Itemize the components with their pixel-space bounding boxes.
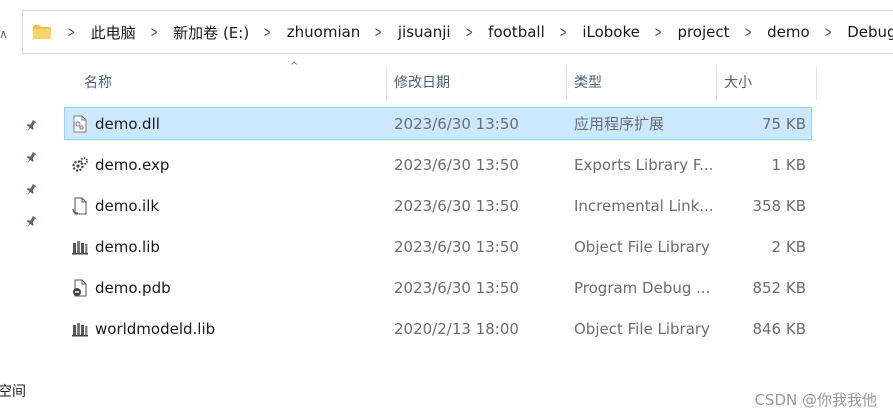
breadcrumb: > 此电脑 > 新加卷 (E:) > zhuomian > jisuanji > football… [51, 22, 893, 43]
exp-file-icon [71, 156, 89, 174]
file-row[interactable]: demo.exp 2023/6/30 13:50 Exports Library F… [64, 148, 812, 181]
file-size: 2 KB [771, 238, 806, 256]
file-date: 2023/6/30 13:50 [394, 279, 519, 297]
file-name: demo.lib [95, 238, 160, 256]
column-name[interactable]: 名称 [84, 66, 112, 100]
breadcrumb-item[interactable]: 此电脑 [91, 22, 136, 43]
file-date: 2023/6/30 13:50 [394, 156, 519, 174]
breadcrumb-item[interactable]: zhuomian [287, 23, 361, 41]
left-pane-edge [0, 0, 4, 419]
breadcrumb-item[interactable]: demo [767, 23, 810, 41]
chevron-right-icon[interactable]: > [375, 23, 383, 41]
file-date: 2023/6/30 13:50 [394, 197, 519, 215]
file-name: worldmodeld.lib [95, 320, 216, 338]
file-date: 2020/2/13 18:00 [394, 320, 519, 338]
chevron-right-icon[interactable]: > [264, 23, 272, 41]
file-row[interactable]: worldmodeld.lib 2020/2/13 18:00 Object Fil… [64, 312, 812, 345]
pin-icon[interactable] [24, 150, 38, 164]
dll-file-icon [71, 115, 89, 133]
file-row[interactable]: demo.lib 2023/6/30 13:50 Object File Libra… [64, 230, 812, 263]
folder-icon [33, 25, 51, 39]
address-bar[interactable]: > 此电脑 > 新加卷 (E:) > zhuomian > jisuanji > football… [22, 10, 893, 54]
file-date: 2023/6/30 13:50 [394, 115, 519, 133]
file-name: demo.exp [95, 156, 170, 174]
lib-file-icon [71, 320, 89, 338]
chevron-right-icon[interactable]: > [150, 23, 158, 41]
column-date[interactable]: 修改日期 [394, 66, 450, 100]
file-name: demo.pdb [95, 279, 171, 297]
pdb-file-icon [71, 279, 89, 297]
ilk-file-icon [71, 197, 89, 215]
file-size: 1 KB [771, 156, 806, 174]
breadcrumb-item[interactable]: 新加卷 (E:) [173, 22, 249, 43]
pin-icon[interactable] [24, 118, 38, 132]
column-divider[interactable] [716, 66, 717, 100]
breadcrumb-item[interactable]: football [488, 23, 545, 41]
file-size: 75 KB [762, 115, 806, 133]
file-type: Incremental Link... [574, 197, 714, 215]
file-type: Object File Library [574, 320, 710, 338]
file-type: Exports Library F... [574, 156, 714, 174]
breadcrumb-item[interactable]: project [677, 23, 729, 41]
chevron-right-icon[interactable]: > [824, 23, 832, 41]
nav-item-partial[interactable]: 空间 [0, 381, 26, 401]
column-divider[interactable] [386, 66, 387, 100]
file-size: 846 KB [752, 320, 806, 338]
breadcrumb-item[interactable]: Debug [847, 23, 893, 41]
chevron-right-icon[interactable]: > [559, 23, 567, 41]
file-size: 852 KB [752, 279, 806, 297]
sort-ascending-icon: ^ [290, 61, 299, 72]
file-name: demo.dll [95, 115, 160, 133]
pin-icon[interactable] [24, 182, 38, 196]
column-divider[interactable] [816, 66, 817, 100]
watermark: CSDN @你我我他 [754, 391, 877, 409]
pin-icon[interactable] [24, 214, 38, 228]
file-type: Object File Library [574, 238, 710, 256]
lib-file-icon [71, 238, 89, 256]
column-divider[interactable] [566, 66, 567, 100]
file-name: demo.ilk [95, 197, 160, 215]
chevron-up-icon[interactable]: ∧ [0, 27, 8, 41]
file-date: 2023/6/30 13:50 [394, 238, 519, 256]
column-header: ^ 名称 修改日期 类型 大小 [64, 61, 824, 100]
column-type[interactable]: 类型 [574, 66, 602, 100]
file-row[interactable]: demo.pdb 2023/6/30 13:50 Program Debug ...… [64, 271, 812, 304]
file-type: 应用程序扩展 [574, 115, 665, 133]
chevron-right-icon[interactable]: > [654, 23, 662, 41]
chevron-right-icon[interactable]: > [68, 23, 76, 41]
chevron-right-icon[interactable]: > [744, 23, 752, 41]
file-size: 358 KB [752, 197, 806, 215]
file-row[interactable]: demo.ilk 2023/6/30 13:50 Incremental Link.… [64, 189, 812, 222]
file-list: demo.dll 2023/6/30 13:50 应用程序扩展 75 KB demo.e… [64, 107, 812, 353]
breadcrumb-item[interactable]: jisuanji [398, 23, 451, 41]
column-size[interactable]: 大小 [724, 66, 752, 100]
breadcrumb-item[interactable]: iLoboke [582, 23, 640, 41]
file-type: Program Debug ... [574, 279, 711, 297]
chevron-right-icon[interactable]: > [465, 23, 473, 41]
file-row[interactable]: demo.dll 2023/6/30 13:50 应用程序扩展 75 KB [64, 107, 812, 140]
